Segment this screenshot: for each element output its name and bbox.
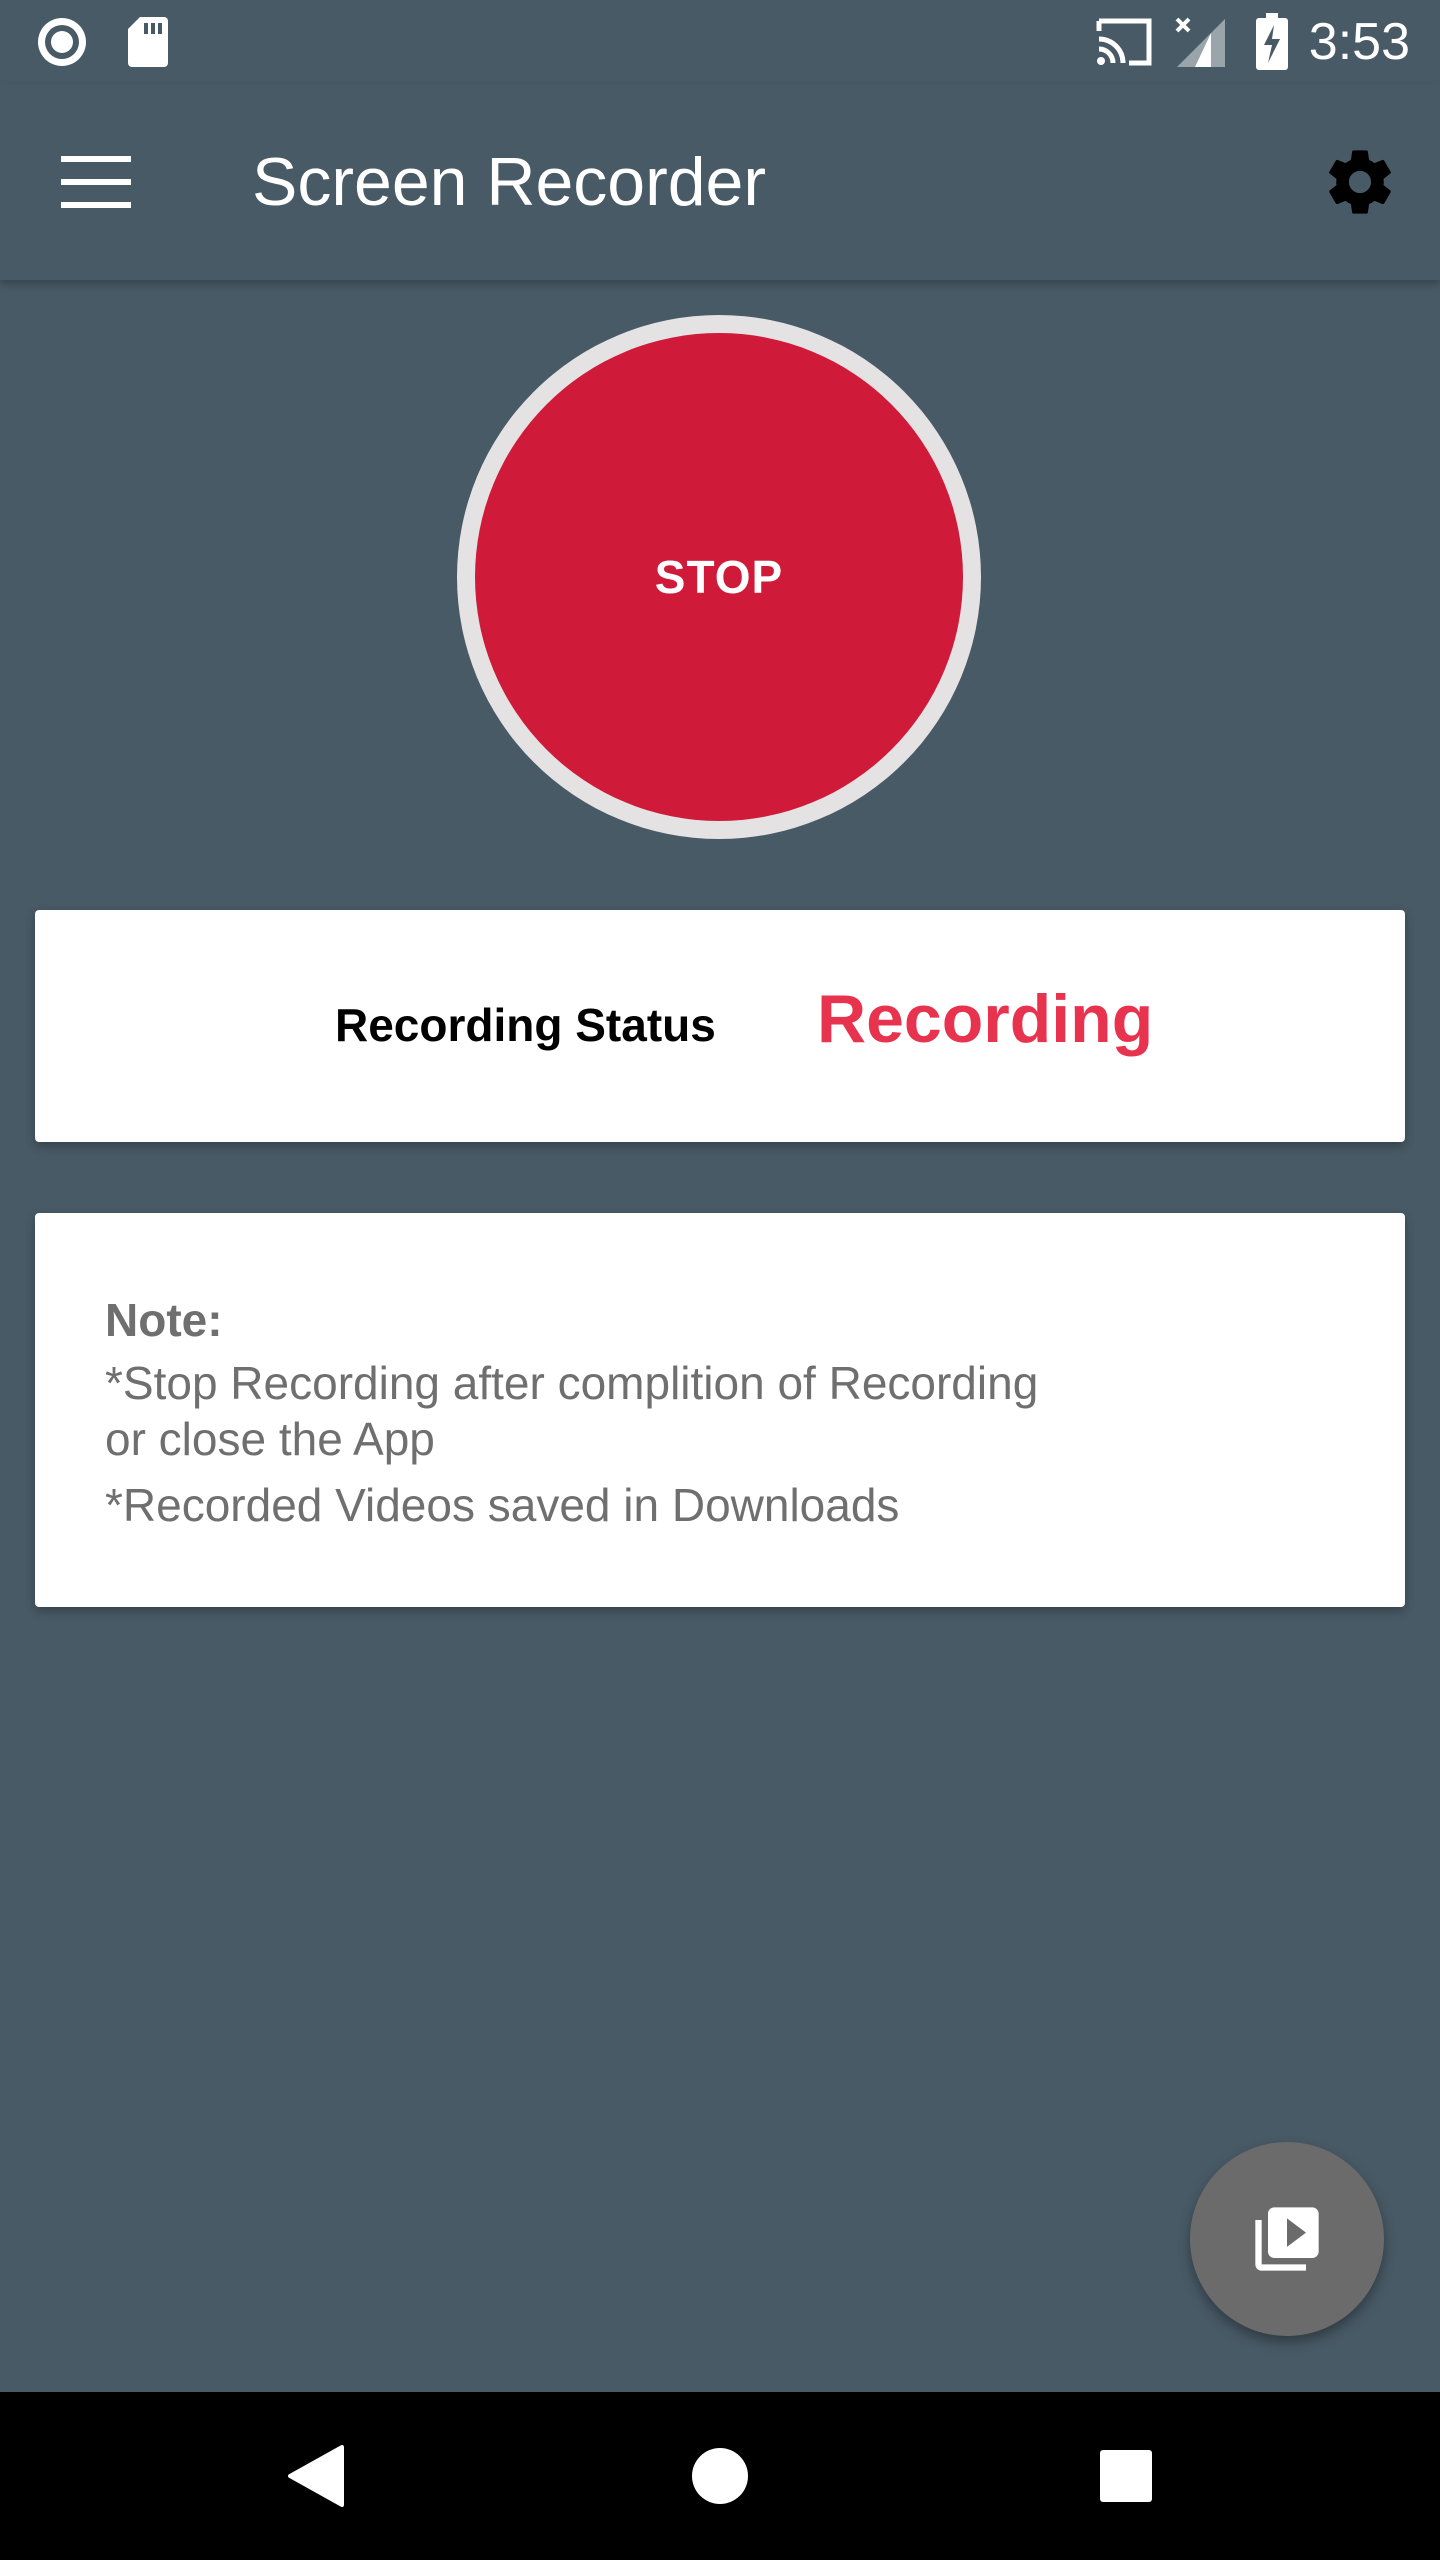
recording-status-value: Recording [817, 981, 1154, 1057]
note-line-2: or close the App [105, 1413, 435, 1465]
note-line-1: *Stop Recording after complition of Reco… [105, 1357, 1039, 1409]
settings-button[interactable] [1306, 128, 1414, 236]
recording-status-label: Recording Status [335, 999, 716, 1051]
recording-status-card: Recording Status Recording [35, 910, 1405, 1142]
note-title: Note: [105, 1294, 223, 1346]
sd-card-icon [124, 14, 172, 70]
battery-charging-icon [1252, 12, 1292, 72]
note-card: Note: *Stop Recording after complition o… [35, 1213, 1405, 1607]
gear-icon [1329, 150, 1391, 214]
navigation-bar [0, 2392, 1440, 2560]
app-bar: Screen Recorder [0, 84, 1440, 280]
screen: 3:53 Screen Recorder STOP Recording Stat… [0, 0, 1440, 2560]
video-library-icon [1255, 2207, 1319, 2271]
hamburger-menu-icon [61, 156, 131, 208]
status-time: 3:53 [1308, 13, 1410, 71]
nav-back-button[interactable] [266, 2426, 366, 2526]
stop-button-fill: STOP [475, 333, 963, 821]
note-line-3: *Recorded Videos saved in Downloads [105, 1479, 900, 1531]
stop-recording-button[interactable]: STOP [457, 315, 981, 839]
video-library-button[interactable] [1190, 2142, 1384, 2336]
back-triangle-icon [288, 2445, 344, 2507]
cast-icon [1094, 14, 1154, 70]
no-signal-icon [1172, 14, 1228, 70]
status-bar: 3:53 [0, 0, 1440, 84]
page-title: Screen Recorder [252, 144, 767, 220]
stop-button-label: STOP [654, 551, 784, 603]
screen-record-indicator-icon [34, 14, 90, 70]
recents-square-icon [1100, 2450, 1152, 2502]
home-circle-icon [692, 2448, 748, 2504]
nav-home-button[interactable] [670, 2426, 770, 2526]
menu-button[interactable] [48, 134, 144, 230]
nav-recents-button[interactable] [1076, 2426, 1176, 2526]
